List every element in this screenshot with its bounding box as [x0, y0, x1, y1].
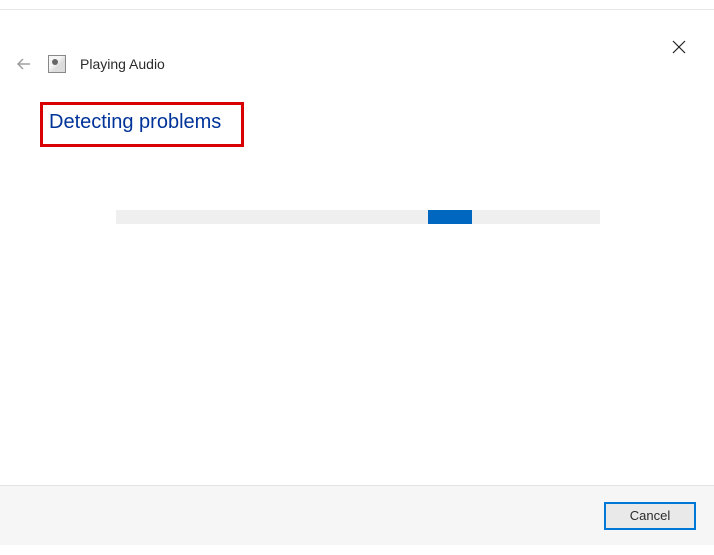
- close-button[interactable]: [670, 38, 688, 56]
- header: Playing Audio: [14, 54, 165, 74]
- progress-fill: [428, 210, 472, 224]
- footer: Cancel: [0, 485, 714, 545]
- troubleshooter-icon: [48, 55, 66, 73]
- window-top-border: [0, 0, 714, 10]
- arrow-left-icon: [16, 56, 32, 72]
- progress-bar: [116, 210, 600, 224]
- back-button[interactable]: [14, 54, 34, 74]
- status-text: Detecting problems: [49, 111, 221, 134]
- cancel-button[interactable]: Cancel: [604, 502, 696, 530]
- status-highlight: Detecting problems: [40, 102, 244, 147]
- page-title: Playing Audio: [80, 56, 165, 72]
- close-icon: [672, 40, 686, 54]
